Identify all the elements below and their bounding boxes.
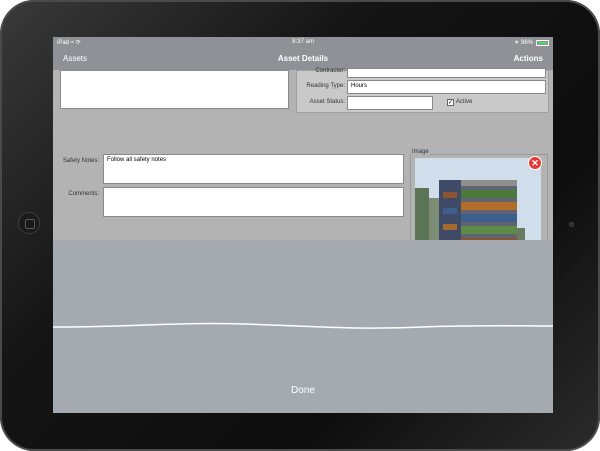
navigation-bar: Assets Asset Details Actions: [53, 49, 553, 70]
actions-button[interactable]: Actions: [514, 54, 543, 63]
contractor-label: Contractor:: [315, 68, 345, 74]
input-picker-panel: Done: [53, 240, 553, 413]
reading-type-label: Reading Type:: [306, 83, 345, 89]
home-button[interactable]: [18, 212, 40, 234]
screen: iPad ≈ ⟳ 8:37 am ∗ 96% Assets Asset Deta…: [53, 37, 553, 413]
status-time: 8:37 am: [292, 39, 314, 45]
bluetooth-icon: ∗: [514, 40, 520, 46]
asset-status-field[interactable]: [347, 96, 433, 110]
safety-notes-label: Safety Notes:: [62, 158, 99, 164]
front-camera: [569, 222, 574, 227]
reading-type-field[interactable]: Hours: [347, 80, 546, 94]
page-title: Asset Details: [277, 54, 329, 63]
asset-info-panel: Contractor: Reading Type: Hours Asset St…: [296, 68, 549, 113]
description-textarea[interactable]: [60, 70, 289, 109]
comments-field[interactable]: [103, 187, 404, 217]
delete-image-button[interactable]: ✕: [528, 156, 542, 170]
active-label: Active: [456, 99, 473, 105]
asset-status-label: Asset Status:: [309, 99, 345, 105]
image-section-label: Image: [411, 149, 430, 155]
asset-form: Contractor: Reading Type: Hours Asset St…: [53, 68, 553, 283]
ipad-device-frame: iPad ≈ ⟳ 8:37 am ∗ 96% Assets Asset Deta…: [0, 0, 600, 451]
picker-divider-wave: [53, 322, 553, 329]
safety-notes-text: Follow all safety notes: [107, 157, 167, 163]
safety-notes-field[interactable]: Follow all safety notes: [103, 154, 404, 184]
done-button[interactable]: Done: [53, 385, 553, 396]
comments-label: Comments:: [68, 191, 99, 197]
status-bar: iPad ≈ ⟳ 8:37 am ∗ 96%: [53, 37, 553, 49]
battery-fill: [538, 42, 547, 44]
battery-percent: ∗ 96%: [514, 40, 533, 46]
contractor-field[interactable]: [347, 68, 546, 78]
active-checkbox[interactable]: ✓: [447, 99, 454, 106]
battery-icon: [536, 40, 549, 46]
